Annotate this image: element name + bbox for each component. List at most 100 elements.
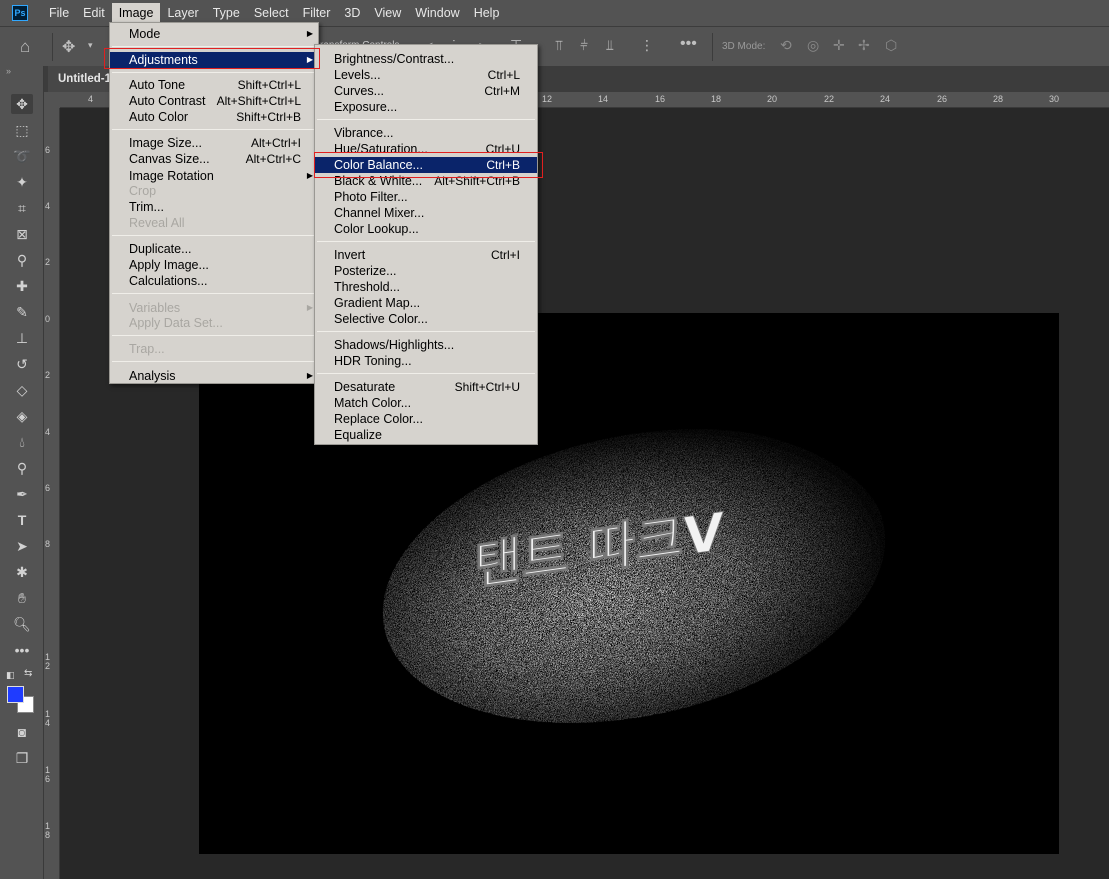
adjust-replace-color[interactable]: Replace Color... (315, 411, 537, 427)
home-icon[interactable]: ⌂ (20, 37, 30, 57)
image-menu-image-rotation[interactable]: Image Rotation ▶ (110, 168, 318, 184)
quick-mask-icon[interactable]: ◙ (11, 722, 33, 742)
adjust-exposure[interactable]: Exposure... (315, 99, 537, 115)
brush-tool-icon[interactable]: ✎ (11, 302, 33, 322)
distribute-bottom-icon[interactable]: ⫫ (606, 37, 614, 54)
magic-wand-tool-icon[interactable]: ✦ (11, 172, 33, 192)
default-colors-icon[interactable]: ◧ (6, 670, 15, 681)
frame-tool-icon[interactable]: ⊠ (11, 224, 33, 244)
vertical-ruler[interactable]: 6 4 2 0 2 4 6 8 1 2 1 4 1 6 1 8 (44, 108, 60, 879)
adjust-color-lookup[interactable]: Color Lookup... (315, 221, 537, 237)
adjust-hdr-toning[interactable]: HDR Toning... (315, 353, 537, 369)
adjust-hue-saturation[interactable]: Hue/Saturation... Ctrl+U (315, 141, 537, 157)
adjust-invert[interactable]: Invert Ctrl+I (315, 247, 537, 263)
image-menu-duplicate[interactable]: Duplicate... (110, 241, 318, 257)
ruler-label: 2 (45, 257, 51, 267)
healing-brush-tool-icon[interactable]: ✚ (11, 276, 33, 296)
crop-tool-icon[interactable]: ⌗ (11, 198, 33, 218)
adjust-vibrance[interactable]: Vibrance... (315, 125, 537, 141)
adjust-shadows-highlights[interactable]: Shadows/Highlights... (315, 337, 537, 353)
menu-window[interactable]: Window (408, 3, 466, 23)
image-menu-mode[interactable]: Mode ▶ (110, 26, 318, 42)
menu-image[interactable]: Image (111, 3, 161, 23)
zoom-tool-icon[interactable]: 🔍︎ (11, 614, 33, 634)
menu-help[interactable]: Help (467, 3, 507, 23)
menu-separator (112, 235, 316, 236)
image-menu-canvas-size[interactable]: Canvas Size... Alt+Ctrl+C (110, 151, 318, 167)
adjust-equalize[interactable]: Equalize (315, 427, 537, 443)
3d-orbit-icon[interactable]: ⟲ (780, 37, 792, 54)
3d-scale-icon[interactable]: ⬡ (885, 37, 897, 54)
menu-3d[interactable]: 3D (337, 3, 367, 23)
type-tool-icon[interactable]: T (11, 510, 33, 530)
adjust-channel-mixer[interactable]: Channel Mixer... (315, 205, 537, 221)
move-tool-icon[interactable]: ✥ (11, 94, 33, 114)
adjust-color-balance[interactable]: Color Balance... Ctrl+B (315, 157, 537, 173)
foreground-color-swatch[interactable] (7, 686, 24, 703)
3d-roll-icon[interactable]: ◎ (807, 37, 819, 54)
eyedropper-tool-icon[interactable]: ⚲ (11, 250, 33, 270)
adjust-threshold[interactable]: Threshold... (315, 279, 537, 295)
ruler-label: 20 (767, 94, 778, 104)
image-menu-calculations[interactable]: Calculations... (110, 273, 318, 289)
clone-stamp-tool-icon[interactable]: ⊥ (11, 328, 33, 348)
menu-separator (112, 46, 316, 47)
image-menu-auto-tone[interactable]: Auto Tone Shift+Ctrl+L (110, 77, 318, 93)
menu-edit[interactable]: Edit (76, 3, 112, 23)
ruler-label: 1 2 (45, 652, 51, 671)
adjust-brightness-contrast[interactable]: Brightness/Contrast... (315, 51, 537, 67)
distribute-top-icon[interactable]: ⫪ (555, 37, 563, 54)
ruler-label: 24 (880, 94, 891, 104)
ruler-corner (44, 92, 60, 108)
ruler-label: 22 (824, 94, 835, 104)
screen-mode-icon[interactable]: ❐ (11, 748, 33, 768)
image-menu-auto-contrast[interactable]: Auto Contrast Alt+Shift+Ctrl+L (110, 93, 318, 109)
menu-file[interactable]: File (42, 3, 76, 23)
image-menu-auto-color[interactable]: Auto Color Shift+Ctrl+B (110, 109, 318, 125)
path-selection-tool-icon[interactable]: ➤ (11, 536, 33, 556)
eraser-tool-icon[interactable]: ◇ (11, 380, 33, 400)
blur-tool-icon[interactable]: 💧︎ (11, 432, 33, 452)
ruler-label: 0 (45, 314, 51, 324)
ruler-label: 16 (655, 94, 666, 104)
image-menu-image-size[interactable]: Image Size... Alt+Ctrl+I (110, 135, 318, 151)
adjust-black-white[interactable]: Black & White... Alt+Shift+Ctrl+B (315, 173, 537, 189)
marquee-tool-icon[interactable]: ⬚ (11, 120, 33, 140)
swap-colors-icon[interactable]: ⇆ (24, 668, 32, 679)
adjust-photo-filter[interactable]: Photo Filter... (315, 189, 537, 205)
image-menu-trim[interactable]: Trim... (110, 199, 318, 215)
menu-type[interactable]: Type (206, 3, 247, 23)
adjust-match-color[interactable]: Match Color... (315, 395, 537, 411)
distribute-spacing-icon[interactable]: ⋮ (640, 37, 654, 54)
distribute-center-icon[interactable]: ⫩ (580, 37, 588, 54)
lasso-tool-icon[interactable]: ➰ (11, 146, 33, 166)
hand-tool-icon[interactable]: ✋︎ (11, 588, 33, 608)
image-menu-trap: Trap... (129, 342, 165, 356)
menu-layer[interactable]: Layer (160, 3, 205, 23)
image-menu-adjustments[interactable]: Adjustments ▶ (110, 52, 318, 68)
image-menu-analysis[interactable]: Analysis ▶ (110, 368, 318, 384)
image-menu-apply-image[interactable]: Apply Image... (110, 257, 318, 273)
edit-toolbar-icon[interactable]: ••• (11, 640, 33, 660)
submenu-arrow-icon: ▶ (306, 303, 313, 312)
menu-filter[interactable]: Filter (296, 3, 338, 23)
3d-pan-icon[interactable]: ✛ (833, 37, 845, 54)
adjust-levels[interactable]: Levels... Ctrl+L (315, 67, 537, 83)
menu-view[interactable]: View (367, 3, 408, 23)
adjust-desaturate[interactable]: Desaturate Shift+Ctrl+U (315, 379, 537, 395)
more-options-icon[interactable]: ••• (680, 35, 697, 53)
custom-shape-tool-icon[interactable]: ✱ (11, 562, 33, 582)
collapse-panel-icon[interactable]: » (6, 66, 11, 76)
adjust-posterize[interactable]: Posterize... (315, 263, 537, 279)
chevron-down-icon[interactable]: ▾ (88, 40, 93, 51)
move-tool-icon[interactable]: ✥ (62, 37, 75, 57)
paint-bucket-tool-icon[interactable]: ◈ (11, 406, 33, 426)
adjust-selective-color[interactable]: Selective Color... (315, 311, 537, 327)
dodge-tool-icon[interactable]: ⚲ (11, 458, 33, 478)
pen-tool-icon[interactable]: ✒ (11, 484, 33, 504)
menu-select[interactable]: Select (247, 3, 296, 23)
history-brush-tool-icon[interactable]: ↺ (11, 354, 33, 374)
adjust-gradient-map[interactable]: Gradient Map... (315, 295, 537, 311)
adjust-curves[interactable]: Curves... Ctrl+M (315, 83, 537, 99)
3d-slide-icon[interactable]: ✢ (858, 37, 870, 54)
